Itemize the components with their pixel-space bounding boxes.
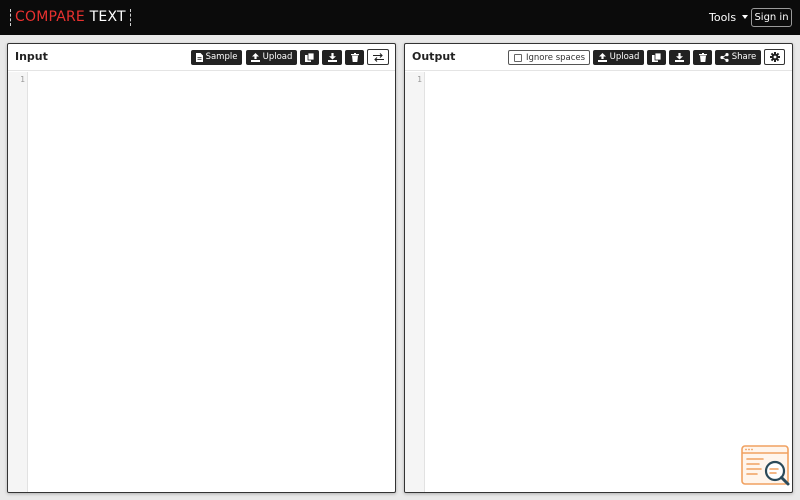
input-upload-label: Upload [262,52,293,62]
input-upload-button[interactable]: Upload [246,50,297,65]
output-panel-title: Output [412,50,456,63]
input-panel-title: Input [15,50,48,63]
output-upload-button[interactable]: Upload [593,50,644,65]
output-delete-button[interactable] [693,50,712,65]
output-download-button[interactable] [669,50,690,65]
top-navbar: COMPARE TEXT Tools Sign in [0,0,800,35]
line-number: 1 [417,75,422,84]
ignore-spaces-toggle[interactable]: Ignore spaces [508,50,590,65]
share-icon [720,53,729,62]
line-number: 1 [20,75,25,84]
swap-button[interactable] [367,49,389,65]
chevron-down-icon[interactable] [742,15,748,19]
sample-button[interactable]: Sample [191,50,242,65]
share-button[interactable]: Share [715,50,761,65]
input-copy-button[interactable] [300,50,319,65]
input-line-gutter: 1 [8,72,28,492]
trash-icon [350,53,359,62]
input-panel-header: Input Sample Upload [8,44,395,71]
copy-icon [305,53,314,62]
upload-icon [250,53,260,62]
input-download-button[interactable] [322,50,342,65]
output-panel-header: Output Ignore spaces Upload Share [405,44,792,71]
output-editor[interactable] [426,72,792,492]
input-panel: Input Sample Upload 1 [7,43,396,493]
output-copy-button[interactable] [647,50,666,65]
share-button-label: Share [731,52,757,62]
download-icon [675,53,684,62]
file-icon [195,53,203,62]
copy-icon [652,53,661,62]
search-compare-icon [741,445,790,486]
download-icon [327,53,337,62]
compare-widget-button[interactable] [741,445,793,489]
tools-menu[interactable]: Tools [709,9,736,26]
output-panel: Output Ignore spaces Upload Share 1 [404,43,793,493]
site-logo[interactable]: COMPARE TEXT [10,9,131,26]
output-upload-label: Upload [609,52,640,62]
swap-arrows-icon [372,52,384,62]
logo-text-text: TEXT [89,9,126,25]
logo-text-compare: COMPARE [15,9,85,25]
ignore-spaces-checkbox[interactable] [514,53,522,62]
input-delete-button[interactable] [345,50,364,65]
ignore-spaces-label: Ignore spaces [526,52,586,63]
output-line-gutter: 1 [405,72,425,492]
sample-button-label: Sample [205,52,238,62]
trash-icon [698,53,707,62]
settings-button[interactable] [764,49,785,65]
gear-icon [769,52,780,62]
sign-in-button[interactable]: Sign in [751,8,792,27]
upload-icon [597,53,607,62]
input-editor[interactable] [29,72,395,492]
